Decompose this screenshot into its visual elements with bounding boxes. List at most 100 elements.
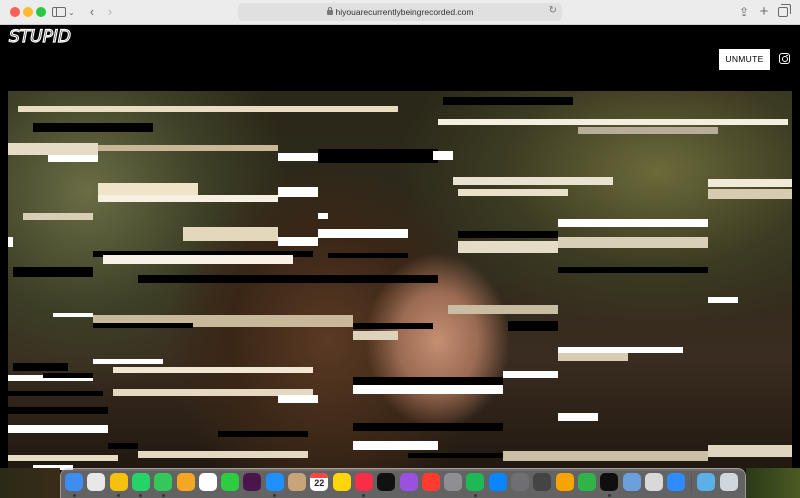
dock-slack-icon[interactable] [243, 473, 262, 491]
glitch-stripe [353, 331, 398, 340]
glitch-stripe [353, 377, 503, 385]
dock-numbers-icon[interactable] [577, 473, 596, 491]
url-text: hiyouarecurrentlybeingrecorded.com [335, 7, 474, 17]
glitch-stripe [13, 363, 68, 371]
dock-stupid-app-icon[interactable] [600, 473, 619, 491]
glitch-stripe [8, 455, 118, 461]
dock-tv-icon[interactable] [377, 473, 396, 491]
dock-downloads-folder-icon[interactable] [697, 473, 716, 491]
reload-icon[interactable]: ↻ [549, 5, 557, 16]
dock-trash-icon[interactable] [719, 473, 738, 491]
glitch-stripe [218, 431, 308, 437]
sidebar-icon[interactable]: ⌄ [52, 4, 75, 20]
logo-text: STUPID [9, 27, 71, 47]
dock-notes-icon[interactable] [332, 473, 351, 491]
glitch-stripe [108, 443, 138, 449]
glitch-stripe [508, 321, 558, 331]
dock-running-indicator [607, 494, 611, 497]
glitch-stripe [278, 153, 318, 161]
chevron-right-icon[interactable]: › [104, 4, 116, 20]
chevron-left-icon[interactable]: ‹ [86, 4, 98, 20]
glitch-stripe [558, 237, 708, 248]
glitch-stripe [558, 413, 598, 421]
plus-icon[interactable]: + [758, 4, 770, 20]
glitch-stripe [503, 371, 558, 378]
glitch-stripe [708, 179, 792, 187]
glitch-stripe [8, 407, 108, 414]
dock-launchpad-icon[interactable] [87, 473, 106, 491]
dock-separator [691, 474, 693, 492]
glitch-stripe [443, 97, 573, 105]
dock-photos-icon[interactable] [176, 473, 195, 491]
unmute-button[interactable]: UNMUTE [719, 49, 770, 70]
glitch-stripe [278, 395, 318, 403]
minimize-window-button[interactable] [23, 7, 33, 17]
glitch-stripe [8, 425, 108, 433]
glitch-stripe [353, 423, 503, 431]
dock-podcasts-icon[interactable] [399, 473, 418, 491]
dock-app-store-icon[interactable] [488, 473, 507, 491]
dock-spotify-icon[interactable] [466, 473, 485, 491]
glitch-stripe [113, 367, 313, 373]
dock-news-icon[interactable] [421, 473, 440, 491]
dock-messages-icon[interactable] [154, 473, 173, 491]
glitch-stripe [43, 373, 93, 378]
dock-running-indicator [473, 494, 477, 497]
site-logo[interactable]: STUPID [8, 20, 72, 50]
dock-running-indicator [72, 494, 76, 497]
glitch-stripe [13, 267, 93, 277]
close-window-button[interactable] [10, 7, 20, 17]
glitch-stripe [23, 213, 93, 220]
dock-image-capture-icon[interactable] [644, 473, 663, 491]
glitch-stripe [458, 241, 558, 253]
address-bar[interactable]: hiyouarecurrentlybeingrecorded.com ↻ [238, 3, 562, 21]
glitch-stripe [408, 453, 508, 458]
instagram-icon[interactable] [779, 53, 790, 64]
dock-running-indicator [273, 494, 277, 497]
share-icon[interactable]: ⇪ [738, 4, 750, 20]
dock-calculator-icon[interactable] [533, 473, 552, 491]
glitch-stripe [578, 127, 718, 134]
dock-running-indicator [139, 494, 143, 497]
dock-pages-icon[interactable] [555, 473, 574, 491]
glitch-stripe [18, 106, 398, 112]
dock-settings-icon[interactable] [444, 473, 463, 491]
desktop-wallpaper-right [746, 468, 800, 498]
dock-finder-icon[interactable] [65, 473, 83, 491]
glitch-stripe [48, 155, 98, 162]
desktop-wallpaper [0, 468, 60, 498]
glitch-stripe [708, 445, 792, 457]
dock-running-indicator [161, 494, 165, 497]
glitch-stripe [103, 255, 293, 264]
dock-reminders-icon[interactable] [198, 473, 217, 491]
glitch-stripe [98, 195, 278, 202]
lock-icon [326, 7, 333, 15]
glitch-stripe [8, 237, 13, 247]
glitch-stripe [33, 123, 153, 132]
dock-whatsapp-icon[interactable] [131, 473, 150, 491]
glitch-stripe [458, 189, 568, 196]
tabs-icon[interactable] [778, 4, 792, 20]
dock-running-indicator [117, 494, 121, 497]
background-video [8, 91, 792, 471]
dock-safari-icon[interactable] [265, 473, 284, 491]
site-header [0, 26, 800, 90]
glitch-stripe [318, 229, 408, 238]
glitch-stripe [53, 313, 93, 317]
dock-preview-icon[interactable] [622, 473, 641, 491]
glitch-stripe [353, 323, 433, 329]
dock-facetime-icon[interactable] [221, 473, 240, 491]
dock-chrome-icon[interactable] [109, 473, 128, 491]
dock-music-icon[interactable] [354, 473, 373, 491]
dock-contacts-icon[interactable] [288, 473, 306, 491]
glitch-stripe [558, 353, 628, 361]
dock-calendar-icon[interactable]: 22 [310, 473, 329, 491]
glitch-stripe [278, 187, 318, 197]
dock-zoom-icon[interactable] [667, 473, 686, 491]
zoom-window-button[interactable] [36, 7, 46, 17]
glitch-stripe [8, 391, 103, 396]
glitch-stripe [328, 253, 408, 258]
glitch-stripe [458, 231, 558, 238]
dock-quicktime-icon[interactable] [511, 473, 529, 491]
glitch-stripe [353, 441, 438, 450]
